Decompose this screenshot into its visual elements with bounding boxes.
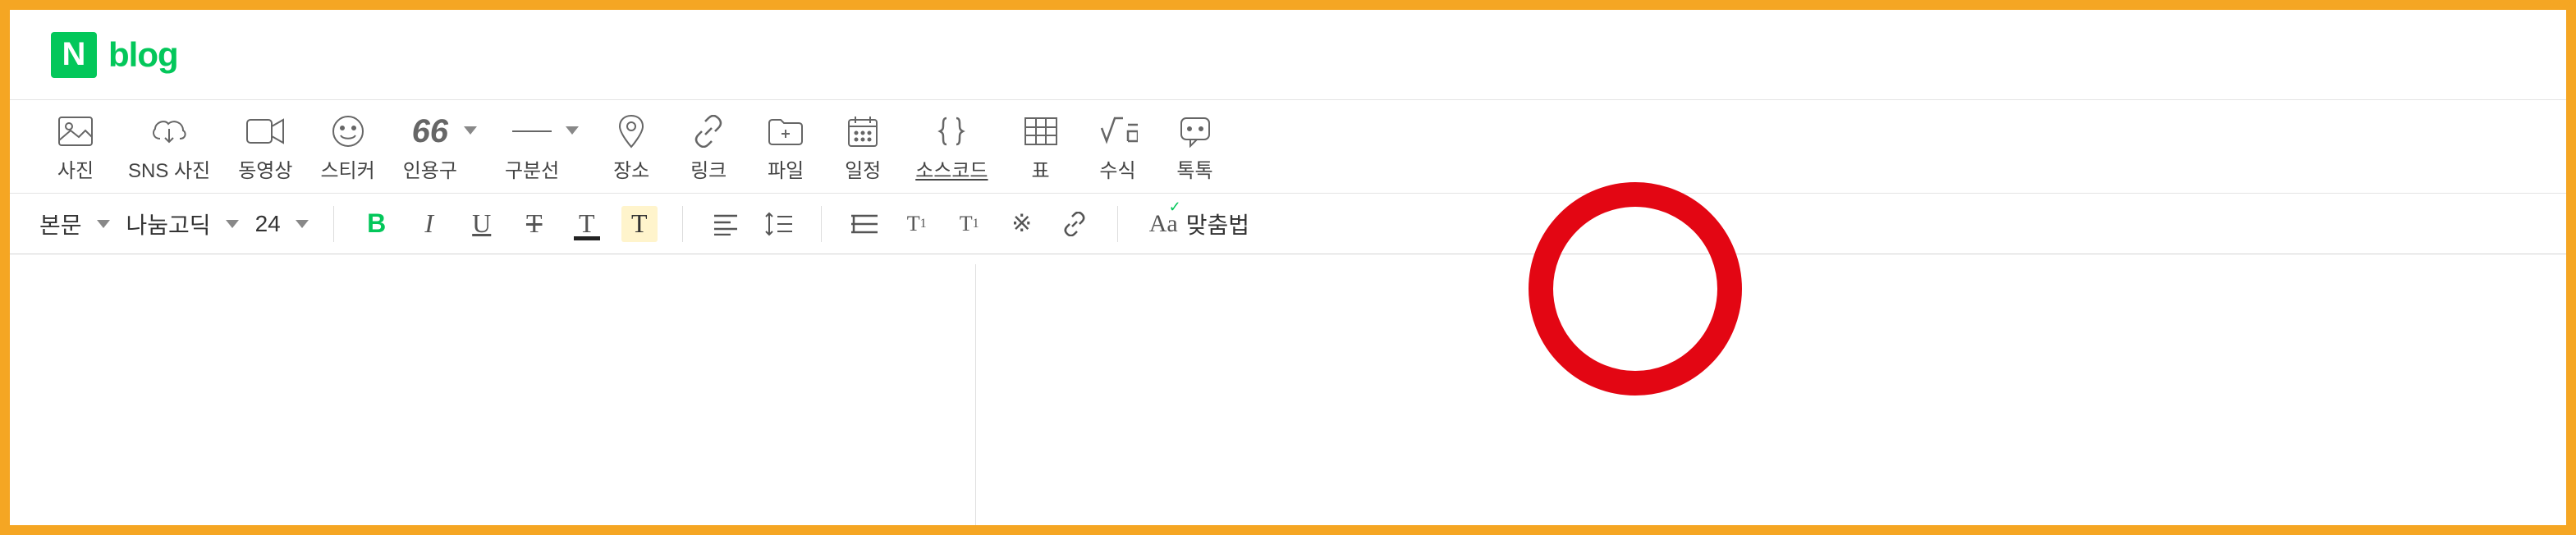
subscript-button[interactable]: T1 — [951, 206, 988, 242]
text-color-button[interactable]: T — [569, 206, 605, 242]
format-toolbar: 본문 나눔고딕 24 B I U T T T T1 T1 ※ — [10, 194, 2566, 254]
italic-button[interactable]: I — [411, 206, 447, 242]
spellcheck-icon: Aa — [1149, 210, 1178, 238]
insert-table-button[interactable]: 표 — [1016, 113, 1066, 183]
chevron-down-icon[interactable] — [566, 126, 579, 135]
align-button[interactable] — [708, 206, 744, 242]
logo-badge: N — [51, 32, 97, 78]
separator — [333, 206, 334, 242]
photo-icon — [57, 113, 94, 149]
insert-toolbar: 사진 SNS 사진 동영상 스티커 66 인용구 — [10, 100, 2566, 194]
underline-button[interactable]: U — [464, 206, 500, 242]
editor-body[interactable] — [10, 264, 2566, 525]
highlight-button[interactable]: T — [621, 206, 658, 242]
spellcheck-button[interactable]: Aa 맞춤법 — [1143, 204, 1256, 244]
strikethrough-button[interactable]: T — [516, 206, 552, 242]
font-family-dropdown[interactable]: 나눔고딕 — [126, 208, 239, 240]
label: 동영상 — [238, 154, 292, 183]
calendar-icon — [846, 113, 879, 149]
header: N blog — [10, 10, 2566, 100]
insert-talk-button[interactable]: 톡톡 — [1171, 113, 1220, 183]
insert-photo-button[interactable]: 사진 — [51, 113, 100, 183]
insert-link-button[interactable]: 링크 — [684, 113, 733, 183]
list-button[interactable] — [846, 206, 882, 242]
insert-sns-photo-button[interactable]: SNS 사진 — [128, 113, 210, 183]
label: 24 — [255, 211, 281, 237]
label: 사진 — [57, 154, 94, 183]
link-icon — [692, 113, 725, 149]
label: 일정 — [845, 154, 881, 183]
table-icon — [1024, 113, 1058, 149]
chat-icon — [1179, 113, 1212, 149]
label: 링크 — [690, 154, 727, 183]
insert-file-button[interactable]: 파일 — [761, 113, 810, 183]
formula-icon — [1098, 113, 1138, 149]
font-size-dropdown[interactable]: 24 — [255, 211, 309, 237]
label: SNS 사진 — [128, 154, 210, 183]
location-pin-icon — [618, 113, 644, 149]
superscript-button[interactable]: T1 — [899, 206, 935, 242]
column-guide — [975, 264, 976, 525]
emoji-icon — [332, 113, 364, 149]
separator — [1117, 206, 1118, 242]
logo-letter: N — [62, 36, 86, 73]
separator — [821, 206, 822, 242]
separator — [682, 206, 683, 242]
label: 맞춤법 — [1186, 208, 1249, 240]
label: 표 — [1031, 154, 1049, 183]
chevron-down-icon[interactable] — [464, 126, 477, 135]
chevron-down-icon — [296, 220, 309, 228]
label: 나눔고딕 — [126, 208, 211, 240]
video-icon — [245, 113, 285, 149]
special-char-button[interactable]: ※ — [1004, 206, 1040, 242]
insert-source-button[interactable]: 소스코드 — [915, 113, 988, 183]
insert-link-button[interactable] — [1057, 206, 1093, 242]
paragraph-style-dropdown[interactable]: 본문 — [39, 208, 110, 240]
code-braces-icon — [935, 113, 968, 149]
insert-formula-button[interactable]: 수식 — [1093, 113, 1143, 183]
label: 소스코드 — [915, 154, 988, 183]
chevron-down-icon — [97, 220, 110, 228]
insert-video-button[interactable]: 동영상 — [238, 113, 292, 183]
label: 스티커 — [320, 154, 374, 183]
bold-button[interactable]: B — [359, 206, 395, 242]
insert-divider-button[interactable]: 구분선 — [505, 113, 559, 183]
line-height-button[interactable] — [760, 206, 796, 242]
folder-plus-icon — [768, 113, 804, 149]
cloud-download-icon — [149, 113, 190, 149]
quote-icon: 66 — [412, 113, 449, 149]
label: 수식 — [1099, 154, 1135, 183]
label: 톡톡 — [1176, 154, 1212, 183]
insert-schedule-button[interactable]: 일정 — [838, 113, 887, 183]
insert-sticker-button[interactable]: 스티커 — [320, 113, 374, 183]
insert-place-button[interactable]: 장소 — [607, 113, 656, 183]
logo-text: blog — [108, 35, 178, 75]
chevron-down-icon — [226, 220, 239, 228]
label: 구분선 — [505, 154, 559, 183]
label: 파일 — [768, 154, 804, 183]
label: 본문 — [39, 208, 82, 240]
insert-quote-button[interactable]: 66 인용구 — [403, 113, 457, 183]
label: 인용구 — [403, 154, 457, 183]
label: 장소 — [613, 154, 649, 183]
divider-icon — [512, 113, 552, 149]
